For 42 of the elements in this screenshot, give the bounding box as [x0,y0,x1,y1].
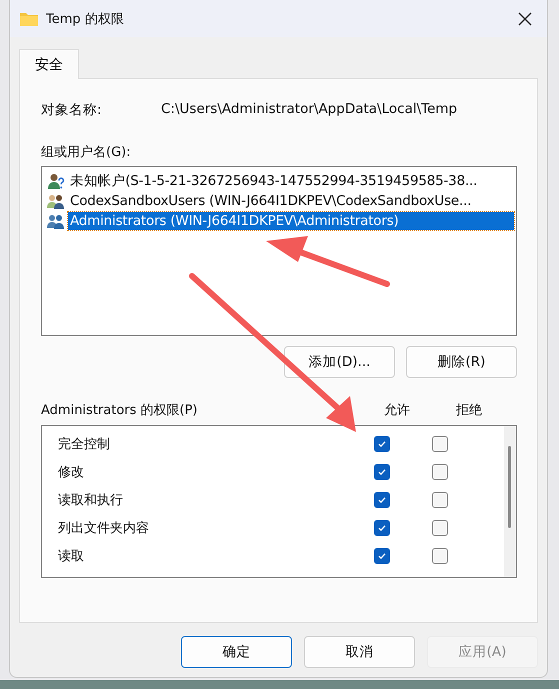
allow-checkbox[interactable] [374,548,390,564]
permission-name: 修改 [57,464,85,481]
users-icon [47,213,65,229]
allow-checkbox[interactable] [374,520,390,536]
deny-checkbox[interactable] [432,492,448,508]
check-icon [377,551,387,561]
group-list-item[interactable]: CodexSandboxUsers (WIN-J664I1DKPEV\CodexSandboxUse... [68,192,474,210]
scrollbar[interactable] [504,426,516,577]
groups-label: 组或用户名(G): [41,144,132,161]
window-title: Temp 的权限 [46,10,124,28]
group-list-item[interactable]: 未知帐户(S-1-5-21-3267256943-147552994-3519459585-38... [68,171,480,191]
group-list-item[interactable]: Administrators (WIN-J664I1DKPEV\Administrators) [68,212,514,230]
permission-name: 完全控制 [57,436,111,453]
list-button[interactable]: 删除(R) [406,346,517,378]
object-path: C:\Users\Administrator\AppData\Local\Temp [161,101,458,119]
permissions-label: Administrators 的权限(P) [41,402,199,419]
allow-checkbox[interactable] [374,436,390,452]
check-icon [377,439,387,449]
unknown-user-icon [47,173,65,189]
deny-checkbox[interactable] [432,520,448,536]
dialog-button[interactable]: 取消 [304,636,415,668]
check-icon [377,523,387,533]
column-header: 拒绝 [455,402,483,419]
users-icon [47,193,65,209]
list-button[interactable]: 添加(D)... [284,346,395,378]
tab[interactable]: 安全 [19,49,79,79]
deny-checkbox[interactable] [432,548,448,564]
folder-icon [19,10,39,26]
close-icon [518,12,532,26]
deny-checkbox[interactable] [432,436,448,452]
allow-checkbox[interactable] [374,464,390,480]
permission-name: 读取 [57,548,85,565]
permission-name: 列出文件夹内容 [57,520,150,537]
allow-checkbox[interactable] [374,492,390,508]
column-header: 允许 [383,402,411,419]
scrollbar-thumb[interactable] [508,446,511,528]
check-icon [377,495,387,505]
object-name-label: 对象名称: [41,101,103,119]
permission-name: 读取和执行 [57,492,124,509]
dialog-button[interactable]: 确定 [181,636,292,668]
deny-checkbox[interactable] [432,464,448,480]
check-icon [377,467,387,477]
